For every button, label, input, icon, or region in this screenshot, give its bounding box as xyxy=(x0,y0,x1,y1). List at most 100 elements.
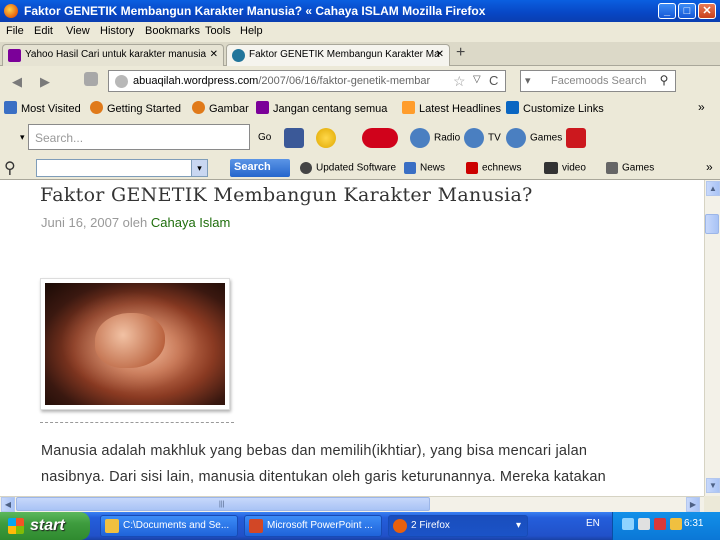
tray-shield-icon[interactable] xyxy=(654,518,666,530)
news-icon xyxy=(404,162,416,174)
post-meta: Juni 16, 2007 oleh Cahaya Islam xyxy=(41,215,231,230)
scroll-right-arrow-icon[interactable]: ▶ xyxy=(686,497,700,512)
search-engine-icon[interactable]: ▾ xyxy=(525,74,531,87)
youtube-icon[interactable] xyxy=(566,128,590,148)
maximize-button[interactable]: □ xyxy=(678,3,696,19)
gear-icon xyxy=(300,162,312,174)
toolbar-search-input[interactable]: ▾ xyxy=(36,159,208,177)
menu-history[interactable]: History xyxy=(100,25,134,37)
tab-label: Faktor GENETIK Membangun Karakter Ma xyxy=(249,49,440,60)
task-firefox[interactable]: 2 Firefox ▾ xyxy=(388,515,528,537)
bookmark-getting-started[interactable]: Getting Started xyxy=(90,101,181,115)
technews-link[interactable]: echnews xyxy=(466,162,521,174)
radio-button-link[interactable]: Radio xyxy=(410,128,460,148)
scrollbar-corner xyxy=(704,496,720,512)
url-dropdown-icon[interactable]: ▽ xyxy=(473,74,481,85)
horizontal-scroll-thumb[interactable]: ||| xyxy=(16,497,430,511)
bookmark-gambar[interactable]: Gambar xyxy=(192,101,249,115)
search-icon[interactable]: ⚲ xyxy=(656,73,672,89)
windows-logo-icon xyxy=(8,518,24,534)
tv-button-link[interactable]: TV xyxy=(464,128,501,148)
bookmark-customize-links[interactable]: Customize Links xyxy=(506,101,604,115)
menu-bar: File Edit View History Bookmarks Tools H… xyxy=(0,22,720,42)
language-indicator[interactable]: EN xyxy=(586,518,600,529)
folder-icon xyxy=(4,101,17,114)
video-icon xyxy=(544,162,558,174)
firefox-icon xyxy=(4,4,18,18)
addon-search-input[interactable]: Search... xyxy=(28,124,250,150)
close-button[interactable]: ✕ xyxy=(698,3,716,19)
firefox-icon xyxy=(393,519,407,533)
toolbar-search-button[interactable]: Search xyxy=(230,159,290,177)
smiley-icon[interactable] xyxy=(316,128,340,148)
title-bar: Faktor GENETIK Membangun Karakter Manusi… xyxy=(0,0,720,22)
menu-edit[interactable]: Edit xyxy=(34,25,53,37)
addon-go-button[interactable]: Go xyxy=(258,132,271,143)
search-bar[interactable]: ▾ Facemoods Search ⚲ xyxy=(520,70,676,92)
tv-icon xyxy=(464,128,484,148)
vertical-scroll-thumb[interactable] xyxy=(705,214,719,234)
author-link[interactable]: Cahaya Islam xyxy=(151,215,230,230)
tab-faktor-genetik[interactable]: Faktor GENETIK Membangun Karakter Ma ✕ xyxy=(226,44,450,66)
chevron-down-icon: ▾ xyxy=(515,520,521,531)
tab-close-icon[interactable]: ✕ xyxy=(210,49,218,60)
menu-file[interactable]: File xyxy=(6,25,24,37)
scroll-up-arrow-icon[interactable]: ▲ xyxy=(706,181,720,196)
url-text[interactable]: abuaqilah.wordpress.com/2007/06/16/fakto… xyxy=(133,75,453,87)
paragraph-line: nasibnya. Dari sisi lain, manusia ditent… xyxy=(41,469,606,485)
bookmark-jangan-centang[interactable]: Jangan centang semua xyxy=(256,101,387,115)
network-icon[interactable] xyxy=(622,518,634,530)
menu-tools[interactable]: Tools xyxy=(205,25,231,37)
menu-help[interactable]: Help xyxy=(240,25,263,37)
msn-icon xyxy=(506,101,519,114)
updated-software-link[interactable]: Updated Software xyxy=(300,162,396,174)
toolbar-grip-icon[interactable]: ▾ xyxy=(20,132,25,143)
minimize-button[interactable]: _ xyxy=(658,3,676,19)
home-icon[interactable] xyxy=(84,72,98,86)
scroll-left-arrow-icon[interactable]: ◀ xyxy=(1,497,15,512)
site-identity-icon[interactable] xyxy=(115,75,128,88)
task-powerpoint[interactable]: Microsoft PowerPoint ... xyxy=(244,515,382,537)
technews-icon xyxy=(466,162,478,174)
powerpoint-icon xyxy=(249,519,263,533)
vday-icon[interactable] xyxy=(362,128,402,148)
yahoo-icon xyxy=(8,49,21,62)
chevron-down-icon[interactable]: ▾ xyxy=(191,160,207,176)
facebook-icon[interactable] xyxy=(284,128,308,148)
scroll-down-arrow-icon[interactable]: ▼ xyxy=(706,478,720,493)
volume-icon[interactable] xyxy=(670,518,682,530)
tab-label: Yahoo Hasil Cari untuk karakter manusia xyxy=(25,49,207,60)
forward-button[interactable]: ▶ xyxy=(40,74,50,90)
games-button-link[interactable]: Games xyxy=(506,128,562,148)
window-title: Faktor GENETIK Membangun Karakter Manusi… xyxy=(24,4,486,18)
games-link[interactable]: Games xyxy=(606,162,654,174)
toolbar-more-chevron[interactable]: » xyxy=(706,160,713,174)
post-title[interactable]: Faktor GENETIK Membangun Karakter Manusi… xyxy=(40,184,533,206)
tab-yahoo[interactable]: Yahoo Hasil Cari untuk karakter manusia … xyxy=(2,44,224,66)
new-tab-button[interactable]: + xyxy=(456,44,465,62)
tray-app-icon[interactable] xyxy=(638,518,650,530)
video-link[interactable]: video xyxy=(544,162,586,174)
task-explorer[interactable]: C:\Documents and Se... xyxy=(100,515,238,537)
magnifier-icon[interactable]: ⚲ xyxy=(4,158,16,178)
bookmark-latest-headlines[interactable]: Latest Headlines xyxy=(402,101,501,115)
yahoo-icon xyxy=(256,101,269,114)
url-bar[interactable]: abuaqilah.wordpress.com/2007/06/16/fakto… xyxy=(108,70,506,92)
tab-bar: Yahoo Hasil Cari untuk karakter manusia … xyxy=(0,42,720,66)
clock: 6:31 xyxy=(684,518,704,529)
bookmark-most-visited[interactable]: Most Visited xyxy=(4,101,81,115)
firefox-icon xyxy=(192,101,205,114)
news-link[interactable]: News xyxy=(404,162,445,174)
menu-view[interactable]: View xyxy=(66,25,90,37)
back-button[interactable]: ◀ xyxy=(12,74,22,90)
bookmarks-more-chevron[interactable]: » xyxy=(698,100,705,114)
games-icon xyxy=(606,162,618,174)
bookmark-star-icon[interactable]: ☆ xyxy=(453,73,466,90)
menu-bookmarks[interactable]: Bookmarks xyxy=(145,25,200,37)
start-button[interactable]: start xyxy=(0,512,90,540)
reload-icon[interactable]: C xyxy=(489,73,498,88)
radio-icon xyxy=(410,128,430,148)
bookmarks-toolbar: Most Visited Getting Started Gambar Jang… xyxy=(0,96,720,120)
search-placeholder[interactable]: Facemoods Search xyxy=(551,75,646,87)
tab-close-icon[interactable]: ✕ xyxy=(436,49,444,60)
